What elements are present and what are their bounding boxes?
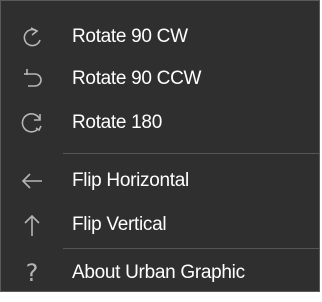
menu-item-flip-horizontal[interactable]: Flip Horizontal bbox=[1, 159, 319, 203]
menu-item-rotate-180[interactable]: Rotate 180 bbox=[1, 101, 319, 145]
menu-separator bbox=[63, 153, 319, 154]
context-menu: Rotate 90 CW Rotate 90 CCW Rotate 180 Fl… bbox=[0, 0, 320, 292]
rotate-ccw-icon bbox=[19, 66, 45, 92]
help-glyph: ? bbox=[25, 259, 39, 287]
menu-item-label: Flip Horizontal bbox=[72, 170, 189, 191]
menu-item-label: About Urban Graphic bbox=[72, 262, 245, 283]
menu-item-rotate-90-ccw[interactable]: Rotate 90 CCW bbox=[1, 57, 319, 101]
menu-item-label: Rotate 180 bbox=[72, 112, 162, 133]
menu-item-label: Rotate 90 CCW bbox=[72, 68, 202, 89]
help-icon: ? bbox=[19, 260, 45, 286]
menu-item-rotate-90-cw[interactable]: Rotate 90 CW bbox=[1, 15, 319, 59]
menu-item-label: Rotate 90 CW bbox=[72, 26, 188, 47]
menu-item-flip-vertical[interactable]: Flip Vertical bbox=[1, 203, 319, 247]
arrow-left-icon bbox=[19, 168, 45, 194]
rotate-180-icon bbox=[19, 110, 45, 136]
rotate-cw-icon bbox=[19, 24, 45, 50]
arrow-up-icon bbox=[19, 212, 45, 238]
menu-item-about[interactable]: ? About Urban Graphic bbox=[1, 251, 319, 295]
menu-item-label: Flip Vertical bbox=[72, 214, 167, 235]
menu-separator bbox=[63, 248, 319, 249]
